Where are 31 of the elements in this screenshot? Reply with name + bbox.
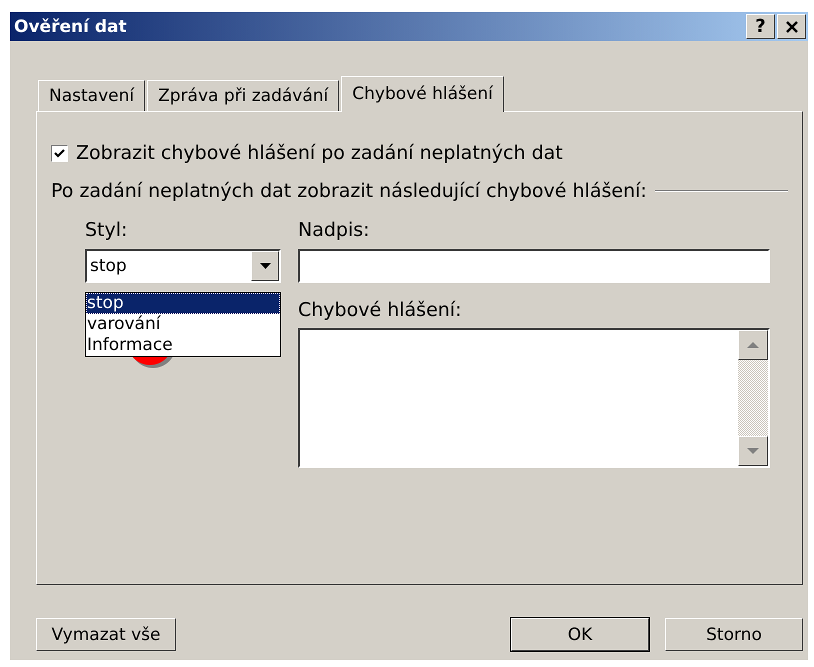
scroll-down-button[interactable] (738, 436, 768, 466)
scrollbar[interactable] (738, 330, 768, 466)
field-label: Nadpis: (298, 219, 370, 241)
checkbox-label: Zobrazit chybové hlášení po zadání neplatných dat (76, 142, 563, 164)
caret-icon (260, 263, 270, 269)
tab[interactable]: Zpráva při zadávání (147, 80, 340, 111)
field-label: Styl: (85, 219, 128, 241)
check-icon (54, 148, 65, 158)
dropdown-option[interactable]: varování (86, 314, 280, 335)
message-field[interactable] (298, 328, 770, 468)
scroll-up-button[interactable] (738, 330, 768, 360)
group-label: Po zadání neplatných dat zobrazit následující chybové hlášení: (51, 180, 647, 202)
dialog-button[interactable]: Storno (665, 618, 803, 651)
down-arrow-icon (747, 448, 759, 454)
close-button[interactable] (777, 14, 806, 39)
dialog-button[interactable]: Vymazat vše (36, 618, 176, 651)
dropdown-value: stop (89, 256, 128, 276)
title-field[interactable] (298, 249, 770, 283)
window-title: Ověření dat (14, 16, 127, 36)
dropdown-button[interactable] (251, 251, 279, 281)
field-label: Chybové hlášení: (298, 299, 462, 321)
dropdown-option[interactable]: stop (86, 293, 280, 314)
close-icon (784, 20, 798, 32)
style-dropdown[interactable]: stop (85, 249, 281, 283)
tab[interactable]: Chybové hlášení (341, 76, 504, 112)
dialog-button[interactable]: OK (511, 618, 649, 651)
tab[interactable]: Nastavení (38, 80, 146, 111)
checkbox[interactable] (51, 144, 68, 162)
dropdown-option[interactable]: Informace (86, 335, 280, 356)
up-arrow-icon (747, 342, 759, 348)
help-button[interactable]: ? (746, 14, 775, 39)
